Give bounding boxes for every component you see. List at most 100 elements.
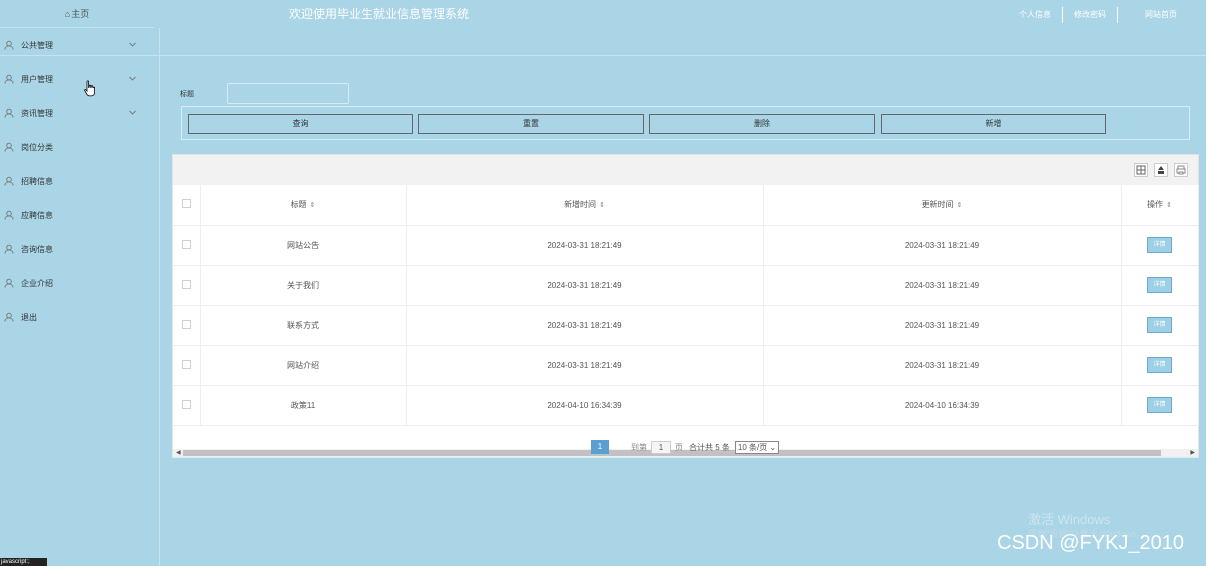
add-button[interactable]: 新增: [881, 114, 1106, 134]
column-header-created[interactable]: 新增时间 ⇕: [406, 185, 764, 226]
table-body: 网站公告 2024-03-31 18:21:49 2024-03-31 18:21:…: [173, 225, 1199, 426]
sidebar-item[interactable]: 企业介绍: [0, 266, 159, 300]
page-size-select[interactable]: 10 条/页 ⌄: [734, 440, 780, 454]
cell-created-time: 2024-03-31 18:21:49: [406, 345, 764, 386]
sidebar-item[interactable]: 岗位分类: [0, 130, 159, 164]
sidebar-item[interactable]: 公共管理: [0, 28, 159, 62]
row-select-cell: [173, 305, 201, 346]
row-checkbox[interactable]: [181, 319, 191, 329]
chevron-down-icon: [129, 76, 136, 81]
table-row: 网站公告 2024-03-31 18:21:49 2024-03-31 18:21:…: [173, 225, 1199, 266]
cell-created-time: 2024-03-31 18:21:49: [406, 265, 764, 306]
detail-button[interactable]: 详情: [1147, 357, 1172, 373]
status-tooltip: javascript:;: [0, 558, 47, 566]
main-content: 标题 查询 重置 删除 新增 标题 ⇕ 新增时间 ⇕ 更新时间 ⇕ 操作 ⇕ 网…: [161, 57, 1206, 566]
table-row: 网站介绍 2024-03-31 18:21:49 2024-03-31 18:21:…: [173, 345, 1199, 386]
detail-button[interactable]: 详情: [1147, 397, 1172, 413]
sidebar-item[interactable]: 退出: [0, 300, 159, 334]
scroll-right-icon[interactable]: ▶: [1190, 449, 1195, 457]
chevron-down-icon: [129, 110, 136, 115]
detail-button[interactable]: 详情: [1147, 317, 1172, 333]
notice-table: 标题 ⇕ 新增时间 ⇕ 更新时间 ⇕ 操作 ⇕ 网站公告 2024-03-31 18:21…: [173, 185, 1199, 426]
divider: [1117, 7, 1118, 23]
sidebar-item[interactable]: 资讯管理: [0, 96, 159, 130]
divider: [172, 457, 1199, 458]
scroll-left-icon[interactable]: ◀: [176, 449, 181, 457]
detail-button[interactable]: 详情: [1147, 277, 1172, 293]
reset-button[interactable]: 重置: [418, 114, 644, 134]
sort-icon: ⇕: [1166, 202, 1172, 210]
column-header-actions[interactable]: 操作 ⇕: [1121, 185, 1199, 226]
cell-created-time: 2024-03-31 18:21:49: [406, 225, 764, 266]
column-header-title[interactable]: 标题 ⇕: [200, 185, 407, 226]
cell-updated-time: 2024-04-10 16:34:39: [763, 385, 1122, 426]
table-toolbar: [173, 155, 1198, 185]
top-links: 个人信息 修改密码 网站首页: [1008, 7, 1188, 23]
sort-icon: ⇕: [956, 202, 963, 210]
user-outline-icon: [4, 312, 14, 322]
cell-created-time: 2024-04-10 16:34:39: [406, 385, 764, 426]
detail-button[interactable]: 详情: [1147, 237, 1172, 253]
export-icon[interactable]: [1154, 163, 1168, 177]
cell-created-time: 2024-03-31 18:21:49: [406, 305, 764, 346]
title-search-input[interactable]: [227, 83, 349, 104]
cell-updated-time: 2024-03-31 18:21:49: [763, 225, 1122, 266]
columns-icon[interactable]: [1134, 163, 1148, 177]
site-home-link[interactable]: 网站首页: [1134, 7, 1188, 23]
action-bar: 查询 重置 删除 新增: [181, 106, 1190, 140]
table-row: 政策11 2024-04-10 16:34:39 2024-04-10 16:34:…: [173, 385, 1199, 426]
row-select-cell: [173, 385, 201, 426]
pagination: 1 到第 1 页 合计共 5 条 10 条/页 ⌄: [591, 440, 780, 454]
row-checkbox[interactable]: [181, 279, 191, 289]
user-outline-icon: [4, 278, 14, 288]
sidebar-item-label: 企业介绍: [21, 278, 53, 288]
select-all-checkbox[interactable]: [181, 199, 191, 209]
cell-title: 联系方式: [200, 305, 407, 346]
sidebar-item[interactable]: 应聘信息: [0, 198, 159, 232]
page-1-button[interactable]: 1: [591, 440, 609, 454]
page-suffix: 页: [675, 442, 683, 452]
column-label: 操作: [1147, 200, 1164, 210]
top-bar: ⌂ 主页 欢迎使用毕业生就业信息管理系统 个人信息 修改密码 网站首页: [0, 0, 1206, 56]
sidebar-item-label: 应聘信息: [21, 210, 53, 220]
sort-icon: ⇕: [309, 202, 316, 210]
total-count: 合计共 5 条: [689, 442, 730, 452]
sidebar-item-label: 岗位分类: [21, 142, 53, 152]
cell-title: 政策11: [200, 385, 407, 426]
sidebar-item[interactable]: 招聘信息: [0, 164, 159, 198]
row-select-cell: [173, 265, 201, 306]
column-header-updated[interactable]: 更新时间 ⇕: [763, 185, 1122, 226]
column-label: 更新时间: [921, 200, 954, 210]
cell-actions: 详情: [1121, 305, 1199, 346]
row-checkbox[interactable]: [181, 399, 191, 409]
cell-updated-time: 2024-03-31 18:21:49: [763, 345, 1122, 386]
change-password-link[interactable]: 修改密码: [1063, 7, 1117, 23]
sidebar-item-label: 咨询信息: [21, 244, 53, 254]
sidebar-item[interactable]: 用户管理: [0, 62, 159, 96]
user-outline-icon: [4, 210, 14, 220]
system-title: 欢迎使用毕业生就业信息管理系统: [289, 7, 470, 21]
cell-actions: 详情: [1121, 225, 1199, 266]
row-checkbox[interactable]: [181, 239, 191, 249]
table-row: 关于我们 2024-03-31 18:21:49 2024-03-31 18:21:…: [173, 265, 1199, 306]
user-outline-icon: [4, 74, 14, 84]
cell-title: 网站介绍: [200, 345, 407, 386]
sidebar-item-label: 招聘信息: [21, 176, 53, 186]
chevron-down-icon: [129, 42, 136, 47]
user-outline-icon: [4, 244, 14, 254]
row-checkbox[interactable]: [181, 359, 191, 369]
hand-cursor-icon: [84, 80, 95, 97]
watermark: CSDN @FYKJ_2010: [997, 532, 1185, 554]
print-icon[interactable]: [1174, 163, 1188, 177]
sidebar-item[interactable]: 咨询信息: [0, 232, 159, 266]
page-size-value: 10 条/页: [737, 442, 768, 452]
cell-title: 关于我们: [200, 265, 407, 306]
row-select-cell: [173, 345, 201, 386]
profile-link[interactable]: 个人信息: [1008, 7, 1062, 23]
home-icon: ⌂: [64, 8, 71, 19]
query-button[interactable]: 查询: [188, 114, 413, 134]
goto-page-input[interactable]: 1: [651, 440, 671, 454]
home-tab[interactable]: ⌂ 主页: [0, 0, 154, 28]
delete-button[interactable]: 删除: [649, 114, 875, 134]
sidebar: 公共管理 用户管理 资讯管理岗位分类招聘信息应聘信息咨询信息企业介绍退出: [0, 28, 160, 566]
